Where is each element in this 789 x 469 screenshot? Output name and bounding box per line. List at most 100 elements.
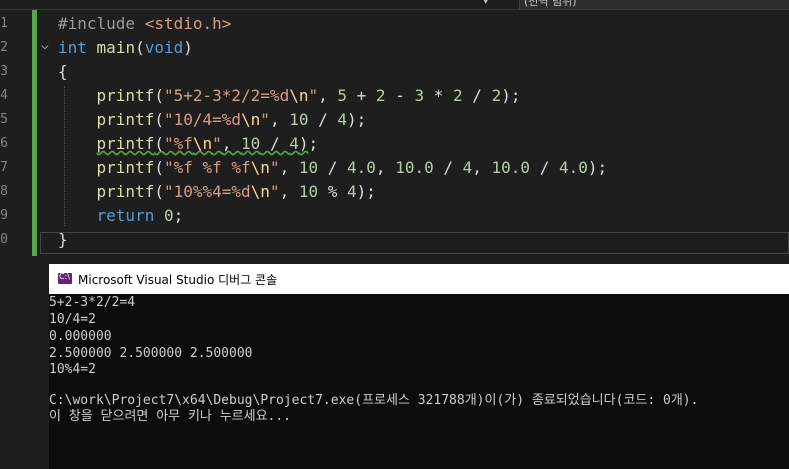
code-token: " <box>308 86 319 105</box>
code-token: 10 <box>289 110 309 129</box>
line-number: 5 <box>0 112 8 127</box>
code-token: 4 <box>462 158 473 177</box>
code-token: \n <box>250 158 270 177</box>
code-token: ); <box>356 182 376 201</box>
change-indicator-bar <box>32 10 37 256</box>
code-line[interactable]: #include <stdio.h> <box>58 12 231 36</box>
code-line[interactable]: printf("5+2-3*2/2=%d\n", 5 + 2 - 3 * 2 /… <box>58 84 521 108</box>
code-token: int <box>58 38 87 57</box>
code-token: printf <box>96 134 155 153</box>
console-line: 5+2-3*2/2=4 <box>49 295 136 310</box>
code-token: ( <box>135 38 145 57</box>
line-number: 0 <box>0 232 8 247</box>
code-line[interactable]: printf("10/4=%d\n", 10 / 4); <box>58 108 367 132</box>
code-token: 10.0 <box>491 158 531 177</box>
code-token: \n <box>241 110 261 129</box>
code-line[interactable]: int main(void) <box>58 36 193 60</box>
code-token: / <box>308 110 338 129</box>
code-token: ); <box>587 158 608 177</box>
code-token: , <box>472 158 492 177</box>
code-line[interactable]: { <box>58 60 68 84</box>
console-title-bar[interactable]: C:\ Microsoft Visual Studio 디버그 콘솔 <box>49 264 789 294</box>
code-token: void <box>144 38 184 57</box>
code-token: ( <box>154 182 164 201</box>
code-token: "5+2-3*2/2=%d <box>163 86 290 105</box>
code-token: } <box>58 230 68 249</box>
code-token: 2 <box>375 86 386 105</box>
line-number: 2 <box>0 40 8 55</box>
code-token: 4 <box>347 182 357 201</box>
code-token: ( <box>154 86 164 105</box>
code-token: printf <box>96 158 155 177</box>
code-token: 2 <box>491 86 502 105</box>
fold-collapse-icon[interactable]: ⌵ <box>41 38 49 53</box>
code-line[interactable]: } <box>58 228 68 252</box>
code-line[interactable]: return 0; <box>58 204 184 228</box>
debug-console-window[interactable]: C:\ Microsoft Visual Studio 디버그 콘솔 5+2-3… <box>49 264 789 469</box>
code-token: , <box>269 110 290 129</box>
code-token: 4 <box>289 134 299 153</box>
code-token: / <box>318 158 348 177</box>
chevron-down-icon[interactable]: ▾ <box>483 0 489 7</box>
scope-dropdown[interactable]: (전역 범위) <box>519 0 789 9</box>
console-line: 이 창을 닫으려면 아무 키나 누르세요... <box>49 409 292 424</box>
code-token: ( <box>154 158 164 177</box>
code-token: / <box>530 158 559 177</box>
code-token: 10 <box>298 158 319 177</box>
line-number: 3 <box>0 64 8 79</box>
code-token: 10.0 <box>395 158 434 177</box>
code-token: " <box>269 182 280 201</box>
code-token: ) <box>183 38 193 57</box>
console-line: C:\work\Project7\x64\Debug\Project7.exe(… <box>49 393 699 408</box>
code-token: ); <box>501 86 521 105</box>
code-token: "%f <box>163 134 193 153</box>
console-app-icon: C:\ <box>58 272 72 284</box>
code-token: "10%%4=%d <box>163 182 251 201</box>
divider <box>0 9 789 10</box>
code-token: , <box>375 158 396 177</box>
code-token: ); <box>347 110 367 129</box>
line-number: 4 <box>0 88 8 103</box>
code-token: / <box>433 158 463 177</box>
code-token: ; <box>173 206 184 225</box>
console-line: 2.500000 2.500000 2.500000 <box>49 346 253 361</box>
code-token: ; <box>308 134 319 153</box>
code-token: 0 <box>163 206 174 225</box>
code-line[interactable]: printf("10%%4=%d\n", 10 % 4); <box>58 180 376 204</box>
code-token: - <box>385 86 415 105</box>
code-token: " <box>260 110 270 129</box>
code-token: 4 <box>337 110 348 129</box>
console-title: Microsoft Visual Studio 디버그 콘솔 <box>78 273 278 287</box>
line-number: 8 <box>0 184 8 199</box>
console-line: 0.000000 <box>49 329 112 344</box>
code-token: + <box>347 86 376 105</box>
code-token: , <box>221 134 242 153</box>
code-line[interactable]: printf("%f %f %f\n", 10 / 4.0, 10.0 / 4,… <box>58 156 608 180</box>
code-token: <stdio.h> <box>144 14 232 33</box>
line-number: 1 <box>0 16 8 31</box>
code-token: \n <box>192 134 213 153</box>
code-editor[interactable]: ▾ (전역 범위) 1 2 3 4 5 6 7 8 9 0 ⌵ #include <stdio.h… <box>0 0 789 262</box>
code-token: 10 <box>241 134 261 153</box>
code-token: " <box>212 134 222 153</box>
code-token: "%f %f %f <box>163 158 251 177</box>
console-line: 10%4=2 <box>49 362 96 377</box>
code-token: main <box>96 38 136 57</box>
code-token: % <box>318 182 348 201</box>
code-token: 2 <box>453 86 463 105</box>
code-token: printf <box>96 86 155 105</box>
code-token: return <box>96 206 155 225</box>
code-token: , <box>318 86 338 105</box>
code-token: ( <box>154 134 164 153</box>
code-line[interactable]: printf("%f\n", 10 / 4); <box>58 132 319 156</box>
code-token: ) <box>298 134 309 153</box>
code-token: "10/4=%d <box>163 110 242 129</box>
code-token: 5 <box>337 86 348 105</box>
